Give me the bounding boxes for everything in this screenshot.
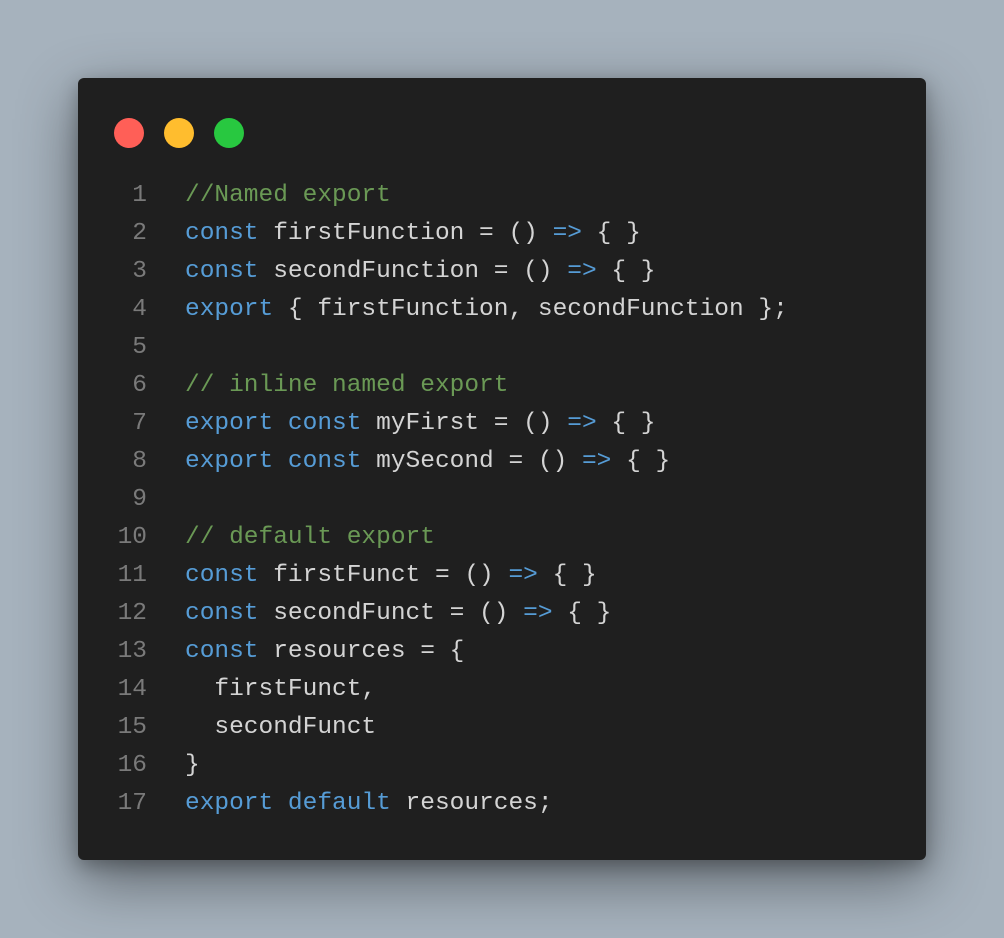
code-line: 16}: [78, 747, 926, 785]
line-source: // default export: [185, 519, 435, 557]
code-token: const: [185, 220, 259, 247]
code-token: secondFunction = (): [258, 258, 568, 285]
code-line: 7 export const myFirst = () => { }: [78, 405, 926, 443]
line-number: 2: [132, 220, 147, 247]
code-line: 5: [78, 329, 926, 367]
code-token: default: [287, 790, 391, 817]
line-source: }: [185, 747, 200, 785]
code-token: { }: [611, 448, 671, 475]
code-line: 10 // default export: [78, 519, 926, 557]
code-token: { }: [596, 258, 656, 285]
line-number: 12: [117, 600, 147, 627]
line-number: 10: [117, 524, 147, 551]
code-line: 3 const secondFunction = () => { }: [78, 253, 926, 291]
code-block: 1 //Named export 2 const firstFunction = ()…: [78, 177, 926, 823]
code-token: secondFunct: [185, 714, 377, 741]
line-source: const secondFunct = () => { }: [185, 595, 611, 633]
line-number: 3: [132, 258, 147, 285]
code-line: 15 secondFunct: [78, 709, 926, 747]
code-line: 11 const firstFunct = () => { }: [78, 557, 926, 595]
code-token: { }: [552, 600, 612, 627]
line-number: 8: [132, 448, 147, 475]
line-source: const firstFunct = () => { }: [185, 557, 597, 595]
code-line: 1 //Named export: [78, 177, 926, 215]
line-source: export default resources;: [185, 785, 553, 823]
line-source: const resources = {: [185, 633, 464, 671]
code-line: 8 export const mySecond = () => { }: [78, 443, 926, 481]
code-token: firstFunct = (): [258, 562, 509, 589]
code-line: 4 export { firstFunction, secondFunction …: [78, 291, 926, 329]
maximize-dot-icon[interactable]: [214, 118, 244, 148]
line-source: // inline named export: [185, 367, 508, 405]
code-token: // default export: [185, 524, 435, 551]
line-source: firstFunct,: [185, 671, 376, 709]
code-token: const: [287, 410, 362, 437]
code-token: { firstFunction, secondFunction };: [273, 296, 788, 323]
code-line: 12 const secondFunct = () => { }: [78, 595, 926, 633]
close-dot-icon[interactable]: [114, 118, 144, 148]
code-token: // inline named export: [185, 372, 509, 399]
line-source: //Named export: [185, 177, 391, 215]
code-line: 17 export default resources;: [78, 785, 926, 823]
code-token: { }: [581, 220, 641, 247]
code-token: firstFunction = (): [258, 220, 553, 247]
code-token: const: [185, 258, 259, 285]
window-controls: [114, 118, 244, 148]
line-source: const secondFunction = () => { }: [185, 253, 656, 291]
code-token: //Named export: [185, 182, 391, 209]
code-token: { }: [596, 410, 656, 437]
code-window: 1 //Named export 2 const firstFunction = ()…: [78, 78, 926, 860]
line-source: secondFunct: [185, 709, 376, 747]
code-token: =>: [581, 448, 612, 475]
code-token: export: [185, 790, 274, 817]
code-token: =>: [552, 220, 582, 247]
code-line: 14 firstFunct,: [78, 671, 926, 709]
code-line: 2 const firstFunction = () => { }: [78, 215, 926, 253]
code-line: 13 const resources = {: [78, 633, 926, 671]
code-token: myFirst = (): [361, 410, 568, 437]
line-number: 7: [132, 410, 147, 437]
line-number: 1: [132, 182, 147, 209]
code-token: resources = {: [258, 638, 465, 665]
line-number: 9: [132, 486, 147, 513]
line-number: 17: [117, 790, 147, 817]
line-number: 16: [117, 752, 147, 779]
code-token: =>: [508, 562, 538, 589]
code-token: export: [185, 448, 274, 475]
code-token: =>: [567, 410, 597, 437]
line-source: export const mySecond = () => { }: [185, 443, 670, 481]
code-token: { }: [537, 562, 597, 589]
code-line: 9: [78, 481, 926, 519]
code-token: const: [185, 600, 259, 627]
line-number: 13: [117, 638, 147, 665]
line-number: 14: [117, 676, 147, 703]
line-source: export const myFirst = () => { }: [185, 405, 656, 443]
code-token: =>: [523, 600, 553, 627]
code-token: =>: [567, 258, 597, 285]
code-token: const: [185, 638, 259, 665]
code-token: export: [185, 296, 274, 323]
minimize-dot-icon[interactable]: [164, 118, 194, 148]
line-source: export { firstFunction, secondFunction }…: [185, 291, 788, 329]
code-token: const: [287, 448, 362, 475]
line-source: const firstFunction = () => { }: [185, 215, 641, 253]
code-line: 6 // inline named export: [78, 367, 926, 405]
code-token: firstFunct,: [185, 676, 377, 703]
line-number: 15: [117, 714, 147, 741]
code-token: secondFunct = (): [258, 600, 524, 627]
code-token: resources;: [390, 790, 553, 817]
line-number: 4: [132, 296, 147, 323]
code-token: }: [185, 752, 200, 779]
code-token: export: [185, 410, 274, 437]
line-number: 11: [117, 562, 147, 589]
line-number: 6: [132, 372, 147, 399]
code-token: mySecond = (): [361, 448, 582, 475]
code-token: const: [185, 562, 259, 589]
line-number: 5: [132, 334, 147, 361]
